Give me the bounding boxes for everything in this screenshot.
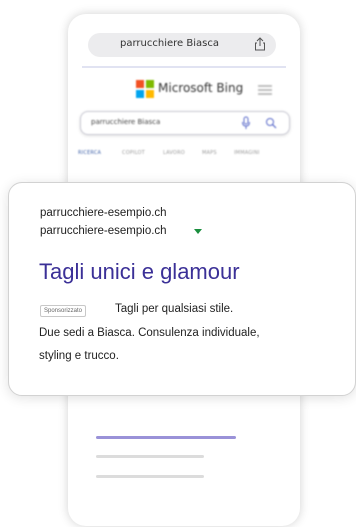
ad-result-card[interactable]: parrucchiere-esempio.ch parrucchiere-ese… xyxy=(8,182,356,396)
tab-maps[interactable]: MAPS xyxy=(202,150,217,156)
microsoft-logo-icon xyxy=(136,80,154,98)
ad-display-domain: parrucchiere-esempio.ch xyxy=(40,207,167,219)
search-box[interactable]: parrucchiere Biasca xyxy=(80,111,290,135)
tab-copilot[interactable]: COPILOT xyxy=(122,150,145,156)
dropdown-caret-icon[interactable] xyxy=(194,229,202,234)
placeholder-bar xyxy=(96,436,236,439)
tab-immagini[interactable]: IMMAGINI xyxy=(234,150,260,156)
bing-brand: Microsoft Bing xyxy=(158,81,244,95)
ad-title-link[interactable]: Tagli unici e glamour xyxy=(39,259,240,285)
ad-url-domain[interactable]: parrucchiere-esempio.ch xyxy=(40,225,167,237)
hamburger-icon[interactable] xyxy=(258,85,272,95)
ad-description-line: styling e trucco. xyxy=(39,350,119,362)
search-query: parrucchiere Biasca xyxy=(91,118,161,126)
tab-ricerca[interactable]: RICERCA xyxy=(78,150,101,156)
ad-description-line: Due sedi a Biasca. Consulenza individual… xyxy=(39,327,260,339)
share-icon[interactable] xyxy=(254,37,266,51)
microphone-icon[interactable] xyxy=(241,116,251,130)
address-bar-divider xyxy=(82,66,286,68)
address-bar[interactable]: parrucchiere Biasca xyxy=(88,33,276,57)
search-icon[interactable] xyxy=(265,117,277,129)
sponsored-badge: Sponsorizzato xyxy=(40,305,87,317)
placeholder-bar xyxy=(96,475,204,478)
tab-lavoro[interactable]: LAVORO xyxy=(163,150,185,156)
placeholder-bar xyxy=(96,455,204,458)
address-bar-text: parrucchiere Biasca xyxy=(120,38,219,49)
ad-description-line: Tagli per qualsiasi stile. xyxy=(115,303,234,315)
